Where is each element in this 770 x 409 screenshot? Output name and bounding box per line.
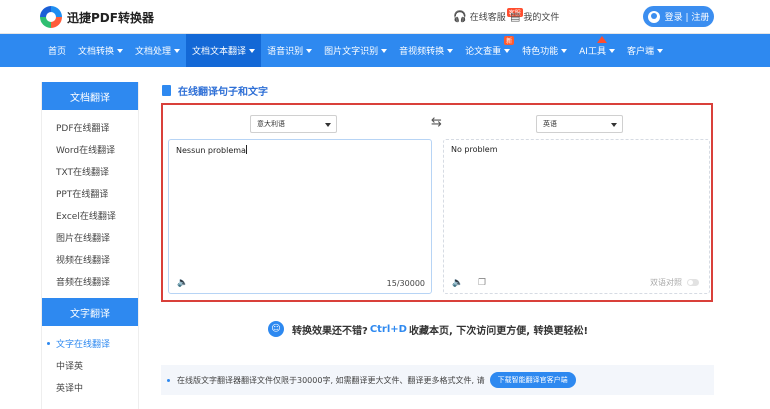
source-language-select[interactable]: 意大利语 [250,115,337,133]
source-text: Nessun problema [176,145,247,155]
nav-home[interactable]: 首页 [42,34,72,67]
text-cursor [245,145,247,154]
copy-icon[interactable]: ❐ [478,278,486,288]
target-language-value: 英语 [543,120,557,128]
chevron-down-icon [656,48,663,53]
source-text-value: Nessun problema [176,146,246,155]
nav-label: 文档转换 [78,47,115,57]
nav-features[interactable]: 特色功能 [516,34,573,67]
user-icon [647,10,660,23]
sidebar-section-text-translate: 文字翻译 [42,298,138,326]
my-files-label: 我的文件 [523,13,560,23]
nav-label: 论文查重 [465,47,502,57]
chevron-down-icon [306,48,313,53]
notice-text: 在线版文字翻译器翻译文件仅限于30000字, 如需翻译更大文件、翻译更多格式文件… [177,375,485,385]
chevron-down-icon [325,123,331,127]
nav-ai-tools[interactable]: AI工具 [573,34,621,67]
sidebar-item-en-zh[interactable]: 英译中 [42,376,138,398]
sidebar-item-ppt[interactable]: PPT在线翻译 [42,182,138,204]
sidebar-item-excel[interactable]: Excel在线翻译 [42,204,138,226]
main-nav: 首页 文档转换 文档处理 文档文本翻译 语音识别 图片文字识别 音视频转换 论文… [0,34,770,67]
nav-label: 首页 [48,47,67,57]
limit-notice: 在线版文字翻译器翻译文件仅限于30000字, 如需翻译更大文件、翻译更多格式文件… [161,365,714,395]
page-title-text: 在线翻译句子和文字 [178,87,268,98]
chevron-down-icon [447,48,454,53]
login-label: 登录 | 注册 [664,13,710,23]
customer-service-label: 在线客服 [469,13,506,23]
bookmark-tip: ☺ 转换效果还不错? Ctrl+D 收藏本页, 下次访问更方便, 转换更轻松! [268,321,588,337]
sidebar-item-txt[interactable]: TXT在线翻译 [42,160,138,182]
hot-triangle-icon [597,36,608,43]
my-files-link[interactable]: ▤ 我的文件 [510,10,559,23]
nav-ocr[interactable]: 图片文字识别 [318,34,393,67]
nav-label: 文档文本翻译 [192,47,247,57]
nav-label: 图片文字识别 [324,47,379,57]
nav-label: AI工具 [579,47,606,57]
char-count: 15/30000 [386,279,425,288]
bullet-icon [167,378,170,382]
logo[interactable]: 迅捷PDF转换器 [40,6,154,28]
chevron-down-icon [504,48,511,53]
sidebar-item-text-online[interactable]: 文字在线翻译 [42,332,138,354]
target-language-select[interactable]: 英语 [536,115,623,133]
headset-icon: 🎧 [453,10,467,23]
sidebar: 文档翻译 PDF在线翻译 Word在线翻译 TXT在线翻译 PPT在线翻译 Ex… [41,82,139,409]
login-register-button[interactable]: 登录 | 注册 [643,6,714,27]
sidebar-item-word[interactable]: Word在线翻译 [42,138,138,160]
nav-doc-process[interactable]: 文档处理 [129,34,186,67]
speaker-icon[interactable]: 🔈 [177,278,188,288]
target-text: No problem [451,145,498,154]
nav-label: 音视频转换 [399,47,445,57]
tip-prefix: 转换效果还不错? [292,325,368,337]
chevron-down-icon [561,48,568,53]
document-icon [162,85,171,96]
sidebar-item-pdf[interactable]: PDF在线翻译 [42,116,138,138]
toggle-switch[interactable] [687,279,699,286]
chevron-down-icon [381,48,388,53]
nav-plagiarism[interactable]: 论文查重新 [459,34,516,67]
sidebar-item-video[interactable]: 视频在线翻译 [42,248,138,270]
bilingual-label: 双语对照 [650,278,682,287]
sidebar-section-doc-translate: 文档翻译 [42,82,138,110]
logo-icon [40,6,62,28]
new-badge: 新 [504,36,515,45]
sidebar-item-zh-en[interactable]: 中译英 [42,354,138,376]
swap-languages-icon[interactable]: ⇆ [431,115,442,130]
nav-speech[interactable]: 语音识别 [261,34,318,67]
nav-doc-translate[interactable]: 文档文本翻译 [186,34,262,67]
chevron-down-icon [608,48,615,53]
tip-suffix: 收藏本页, 下次访问更方便, 转换更轻松! [408,325,589,337]
download-client-button[interactable]: 下载智能翻译官客户端 [489,372,576,388]
nav-client[interactable]: 客户端 [621,34,669,67]
tip-hotkey: Ctrl+D [369,323,407,335]
speaker-icon[interactable]: 🔈 [452,278,463,288]
source-text-area[interactable]: Nessun problema 🔈 15/30000 [168,139,432,294]
chevron-down-icon [174,48,181,53]
bilingual-toggle[interactable]: 双语对照 [650,277,699,288]
sidebar-item-audio[interactable]: 音频在线翻译 [42,270,138,292]
chevron-down-icon [117,48,124,53]
chevron-down-icon [611,123,617,127]
nav-av-convert[interactable]: 音视频转换 [393,34,459,67]
nav-doc-convert[interactable]: 文档转换 [72,34,129,67]
translation-panel: 意大利语 ⇆ 英语 Nessun problema 🔈 15/30000 No … [161,103,713,302]
sidebar-item-image[interactable]: 图片在线翻译 [42,226,138,248]
target-text-area: No problem 🔈 ❐ 双语对照 [443,139,710,294]
nav-label: 客户端 [626,47,654,57]
smile-icon: ☺ [268,321,284,337]
page-title: 在线翻译句子和文字 [162,83,268,98]
nav-label: 特色功能 [522,47,559,57]
source-language-value: 意大利语 [257,120,285,128]
logo-text: 迅捷PDF转换器 [67,10,154,25]
nav-label: 文档处理 [135,47,172,57]
nav-label: 语音识别 [267,47,304,57]
chevron-down-icon [249,48,256,53]
top-header: 迅捷PDF转换器 🎧 在线客服 客服 ▤ 我的文件 登录 | 注册 [0,0,770,34]
file-icon: ▤ [510,10,521,23]
